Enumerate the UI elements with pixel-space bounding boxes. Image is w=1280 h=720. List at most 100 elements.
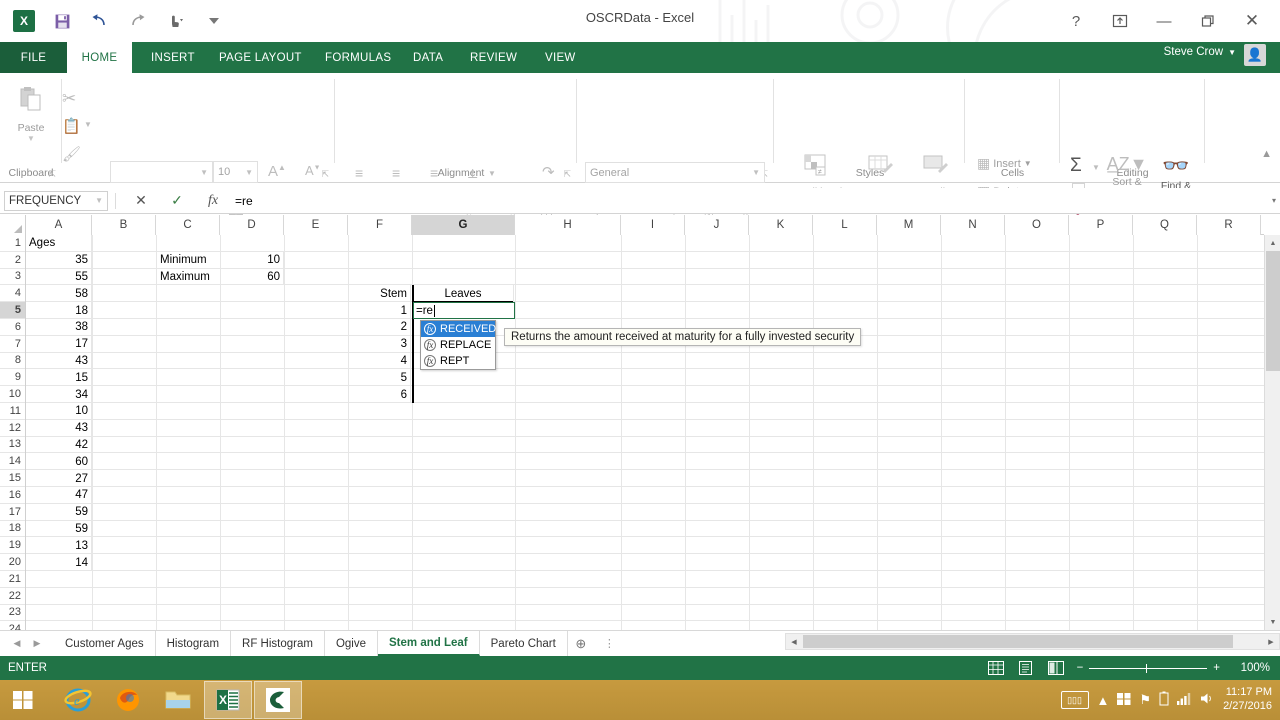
action-center-icon[interactable] [1117,692,1131,709]
row-header-1[interactable]: 1 [0,235,25,252]
show-hidden-icons[interactable]: ▲ [1097,693,1110,708]
tab-page-layout[interactable]: PAGE LAYOUT [206,42,315,73]
cell-A7[interactable]: 17 [26,336,92,353]
row-header-18[interactable]: 18 [0,521,25,538]
align-bottom-icon[interactable]: ≡ [430,165,438,181]
row-header-9[interactable]: 9 [0,369,25,386]
taskbar-item-camtasia[interactable] [254,681,302,719]
sheet-tab-rf-histogram[interactable]: RF Histogram [231,631,325,656]
zoom-track[interactable] [1089,668,1207,669]
network-signal-icon[interactable] [1177,692,1192,708]
cell-F4[interactable]: Stem [349,285,411,302]
column-header-O[interactable]: O [1005,215,1069,235]
row-header-8[interactable]: 8 [0,353,25,370]
row-header-20[interactable]: 20 [0,554,25,571]
row-header-3[interactable]: 3 [0,269,25,286]
formula-autocomplete-list[interactable]: fx RECEIVED fx REPLACE fx REPT [420,320,496,370]
row-header-22[interactable]: 22 [0,588,25,605]
flag-icon[interactable]: ⚑ [1139,692,1151,708]
row-header-13[interactable]: 13 [0,437,25,454]
cell-A17[interactable]: 59 [26,504,92,521]
tab-formulas[interactable]: FORMULAS [312,42,404,73]
autocomplete-item-replace[interactable]: fx REPLACE [421,337,495,353]
formula-input[interactable]: =re [231,191,1260,211]
cell-F5[interactable]: 1 [349,302,411,319]
column-header-L[interactable]: L [813,215,877,235]
battery-icon[interactable] [1159,691,1169,709]
taskbar-item-file-explorer[interactable] [154,681,202,719]
zoom-level[interactable]: 100% [1232,662,1270,674]
row-header-21[interactable]: 21 [0,571,25,588]
sheet-nav-prev[interactable]: ◀ [8,638,26,649]
active-cell-editor[interactable]: =re [413,302,515,319]
cell-A1[interactable]: Ages [26,235,92,252]
column-header-R[interactable]: R [1197,215,1261,235]
row-header-11[interactable]: 11 [0,403,25,420]
column-header-Q[interactable]: Q [1133,215,1197,235]
insert-cells-button[interactable]: ▦ Insert ▼ [977,155,1032,172]
horizontal-scrollbar[interactable]: ◀ ▶ [785,633,1280,650]
close-button[interactable]: ✕ [1230,6,1274,36]
cell-A9[interactable]: 15 [26,369,92,386]
name-box[interactable]: FREQUENCY ▼ [4,191,108,211]
font-dialog-launcher[interactable]: ⇱ [321,169,329,180]
sheet-tab-stem-and-leaf[interactable]: Stem and Leaf [378,631,480,656]
taskbar-item-internet-explorer[interactable]: e [54,681,102,719]
cell-A19[interactable]: 13 [26,537,92,554]
sheet-tab-ogive[interactable]: Ogive [325,631,378,656]
font-name-input[interactable]: ▼ [110,161,213,183]
row-header-12[interactable]: 12 [0,420,25,437]
column-header-K[interactable]: K [749,215,813,235]
column-header-D[interactable]: D [220,215,284,235]
cut-icon[interactable]: ✂ [62,89,76,109]
number-format-select[interactable]: General ▼ [585,162,765,183]
column-header-F[interactable]: F [348,215,412,235]
grow-font-icon[interactable]: A▲ [268,163,286,180]
tab-data[interactable]: DATA [400,42,456,73]
column-header-G[interactable]: G [412,215,515,235]
row-header-14[interactable]: 14 [0,453,25,470]
volume-icon[interactable] [1200,692,1215,708]
sheet-tab-customer-ages[interactable]: Customer Ages [54,631,156,656]
insert-function-button[interactable]: fx [195,193,231,209]
restore-button[interactable] [1186,6,1230,36]
column-header-I[interactable]: I [621,215,685,235]
autocomplete-item-received[interactable]: fx RECEIVED [421,321,495,337]
cell-A16[interactable]: 47 [26,487,92,504]
help-icon[interactable]: ? [1054,6,1098,36]
paste-button[interactable]: Paste ▼ [4,85,58,143]
cell-G4[interactable]: Leaves [413,285,514,302]
format-painter-icon[interactable]: 🖌 [62,145,81,163]
cell-A3[interactable]: 55 [26,269,92,286]
copy-icon[interactable]: 📋 [62,117,81,135]
cell-A11[interactable]: 10 [26,403,92,420]
window-controls[interactable]: ? — ✕ [1054,6,1274,36]
tab-file[interactable]: FILE [0,42,67,73]
keyboard-icon[interactable]: ▯▯▯ [1061,691,1089,709]
cell-A6[interactable]: 38 [26,319,92,336]
cell-A10[interactable]: 34 [26,386,92,403]
row-header-7[interactable]: 7 [0,336,25,353]
scroll-up-button[interactable]: ▲ [1265,235,1280,251]
column-header-C[interactable]: C [156,215,220,235]
sheet-tab-pareto-chart[interactable]: Pareto Chart [480,631,568,656]
row-header-17[interactable]: 17 [0,504,25,521]
collapse-ribbon-icon[interactable]: ▲ [1261,148,1272,160]
sheet-nav-next[interactable]: ▶ [28,638,46,649]
column-header-A[interactable]: A [26,215,92,235]
expand-formula-bar-icon[interactable]: ▾ [1272,196,1276,205]
vertical-scrollbar[interactable]: ▲ ▼ [1264,235,1280,630]
row-header-5[interactable]: 5 [0,302,25,319]
zoom-in-button[interactable]: + [1213,662,1220,674]
wrap-text-icon[interactable]: ↷ [542,163,555,181]
row-header-10[interactable]: 10 [0,386,25,403]
cell-D3[interactable]: 60 [221,269,284,286]
cell-F9[interactable]: 5 [349,369,411,386]
account-name[interactable]: Steve Crow ▼ 👤 [1164,46,1236,58]
cell-A20[interactable]: 14 [26,554,92,571]
page-layout-view-icon[interactable] [1017,660,1035,676]
clipboard-dialog-launcher[interactable]: ⇱ [48,169,56,180]
cell-A12[interactable]: 43 [26,420,92,437]
cell-A13[interactable]: 42 [26,437,92,454]
cell-F8[interactable]: 4 [349,353,411,370]
